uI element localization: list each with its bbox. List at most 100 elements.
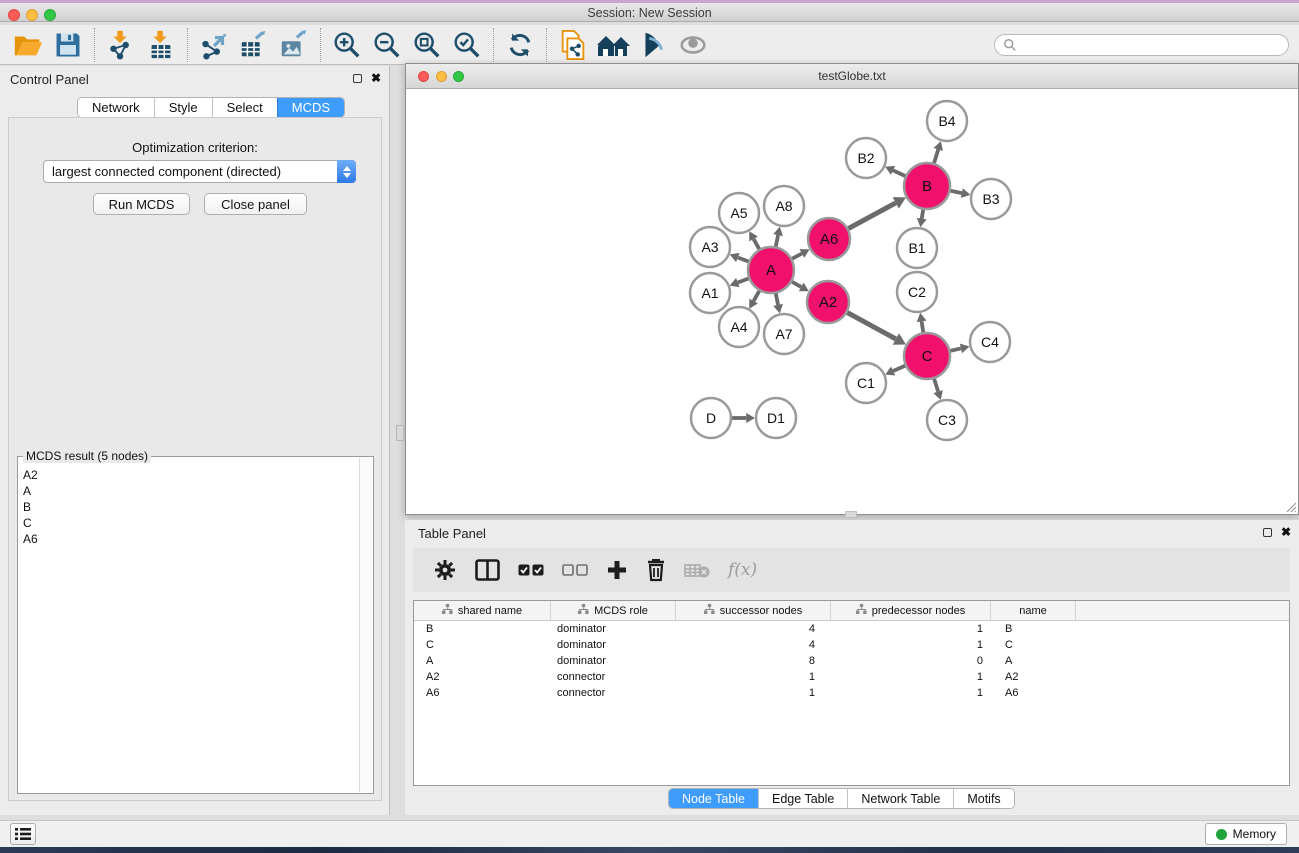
table-cell[interactable]: 0 — [831, 653, 991, 669]
table-cell[interactable]: dominator — [551, 621, 676, 637]
graph-edge-C-C2[interactable] — [917, 313, 927, 333]
table-cell[interactable]: A2 — [414, 669, 551, 685]
graph-node-A[interactable]: A — [748, 247, 794, 293]
graph-node-C3[interactable]: C3 — [927, 400, 967, 440]
graph-node-A4[interactable]: A4 — [719, 307, 759, 347]
task-history-button[interactable] — [10, 823, 36, 845]
export-image-icon[interactable] — [274, 26, 314, 64]
result-item[interactable]: C — [20, 515, 358, 531]
table-cell[interactable]: A6 — [414, 685, 551, 701]
network-canvas[interactable]: AA1A2A3A4A5A6A7A8BB1B2B3B4CC1C2C3C4DD1 — [406, 89, 1298, 514]
float-panel-icon[interactable] — [353, 74, 362, 83]
graph-node-C2[interactable]: C2 — [897, 272, 937, 312]
graph-node-C4[interactable]: C4 — [970, 322, 1010, 362]
graph-edge-A-A7[interactable] — [773, 294, 783, 314]
tab-node-table[interactable]: Node Table — [669, 789, 758, 808]
table-row[interactable]: Bdominator41B — [414, 621, 1289, 637]
graph-edge-A-A6[interactable] — [792, 249, 809, 259]
zoom-out-icon[interactable] — [367, 26, 407, 64]
delete-column-icon[interactable] — [646, 558, 666, 582]
table-cell[interactable]: dominator — [551, 653, 676, 669]
graph-node-B2[interactable]: B2 — [846, 138, 886, 178]
graph-node-D1[interactable]: D1 — [756, 398, 796, 438]
table-cell[interactable]: 8 — [676, 653, 831, 669]
table-cell[interactable]: 1 — [831, 637, 991, 653]
horizontal-divider-handle[interactable] — [845, 511, 857, 518]
graph-edge-D-D1[interactable] — [732, 413, 755, 423]
refresh-icon[interactable] — [500, 26, 540, 64]
graph-node-B3[interactable]: B3 — [971, 179, 1011, 219]
table-cell[interactable]: 1 — [831, 621, 991, 637]
graph-node-A7[interactable]: A7 — [764, 314, 804, 354]
column-header-name[interactable]: name — [991, 601, 1076, 620]
graph-node-D[interactable]: D — [691, 398, 731, 438]
graph-edge-C-C3[interactable] — [933, 379, 942, 400]
memory-button[interactable]: Memory — [1205, 823, 1287, 845]
graph-edge-A2-C[interactable] — [847, 313, 906, 345]
close-panel-icon[interactable]: ✖ — [371, 73, 381, 83]
zoom-selected-icon[interactable] — [447, 26, 487, 64]
table-row[interactable]: Adominator80A — [414, 653, 1289, 669]
graph-edge-B-B3[interactable] — [951, 188, 971, 198]
tab-select[interactable]: Select — [212, 98, 277, 117]
table-cell[interactable]: A — [991, 653, 1076, 669]
vertical-divider-handle[interactable] — [396, 425, 404, 441]
graph-edge-B-B4[interactable] — [934, 141, 943, 163]
eye-icon[interactable] — [673, 26, 713, 64]
table-cell[interactable]: 4 — [676, 637, 831, 653]
graph-node-A3[interactable]: A3 — [690, 227, 730, 267]
zoom-in-icon[interactable] — [327, 26, 367, 64]
table-cell[interactable]: A2 — [991, 669, 1076, 685]
tab-network-table[interactable]: Network Table — [847, 789, 953, 808]
graph-edge-A-A1[interactable] — [730, 278, 749, 287]
criterion-dropdown[interactable]: largest connected component (directed) — [43, 160, 356, 183]
table-cell[interactable]: B — [414, 621, 551, 637]
tab-edge-table[interactable]: Edge Table — [758, 789, 847, 808]
tab-mcds[interactable]: MCDS — [277, 98, 344, 117]
graph-node-B4[interactable]: B4 — [927, 101, 967, 141]
function-builder-icon[interactable]: f(x) — [728, 560, 757, 580]
zoom-fit-icon[interactable] — [407, 26, 447, 64]
graph-edge-A-A8[interactable] — [773, 227, 783, 247]
table-cell[interactable]: A — [414, 653, 551, 669]
graph-node-C1[interactable]: C1 — [846, 363, 886, 403]
table-cell[interactable]: 1 — [676, 669, 831, 685]
graph-node-A2[interactable]: A2 — [807, 281, 849, 323]
gear-icon[interactable] — [433, 558, 457, 582]
float-table-panel-icon[interactable] — [1263, 528, 1272, 537]
table-row[interactable]: A2connector11A2 — [414, 669, 1289, 685]
import-table-icon[interactable] — [141, 26, 181, 64]
table-cell[interactable]: 4 — [676, 621, 831, 637]
result-item[interactable]: A6 — [20, 531, 358, 547]
graph-node-A5[interactable]: A5 — [719, 193, 759, 233]
graph-edge-A-A3[interactable] — [730, 253, 749, 262]
graph-edge-B-B2[interactable] — [885, 166, 905, 176]
graph-node-B1[interactable]: B1 — [897, 228, 937, 268]
open-session-icon[interactable] — [8, 26, 48, 64]
hide-panel-icon[interactable] — [633, 26, 673, 64]
table-cell[interactable]: C — [414, 637, 551, 653]
save-session-icon[interactable] — [48, 26, 88, 64]
table-cell[interactable]: 1 — [831, 669, 991, 685]
close-table-panel-icon[interactable]: ✖ — [1281, 527, 1291, 537]
result-item[interactable]: B — [20, 499, 358, 515]
graph-edge-A6-B[interactable] — [848, 197, 906, 228]
graph-edge-C-C4[interactable] — [950, 344, 969, 354]
table-cell[interactable]: 1 — [676, 685, 831, 701]
graph-node-A1[interactable]: A1 — [690, 273, 730, 313]
table-cell[interactable]: connector — [551, 669, 676, 685]
resize-grip[interactable] — [1283, 499, 1297, 513]
column-header-mcds-role[interactable]: MCDS role — [551, 601, 676, 620]
select-all-icon[interactable] — [518, 563, 544, 577]
network-window-titlebar[interactable]: testGlobe.txt — [406, 64, 1298, 89]
home-icon[interactable] — [593, 26, 633, 64]
search-input[interactable] — [1022, 38, 1280, 52]
graph-edge-A-A5[interactable] — [749, 231, 759, 249]
tab-motifs[interactable]: Motifs — [953, 789, 1013, 808]
delete-table-icon[interactable] — [684, 561, 710, 579]
add-column-icon[interactable] — [606, 559, 628, 581]
result-item[interactable]: A — [20, 483, 358, 499]
graph-edge-C-C1[interactable] — [885, 366, 905, 376]
graph-edge-A-A4[interactable] — [749, 291, 759, 309]
deselect-all-icon[interactable] — [562, 563, 588, 577]
